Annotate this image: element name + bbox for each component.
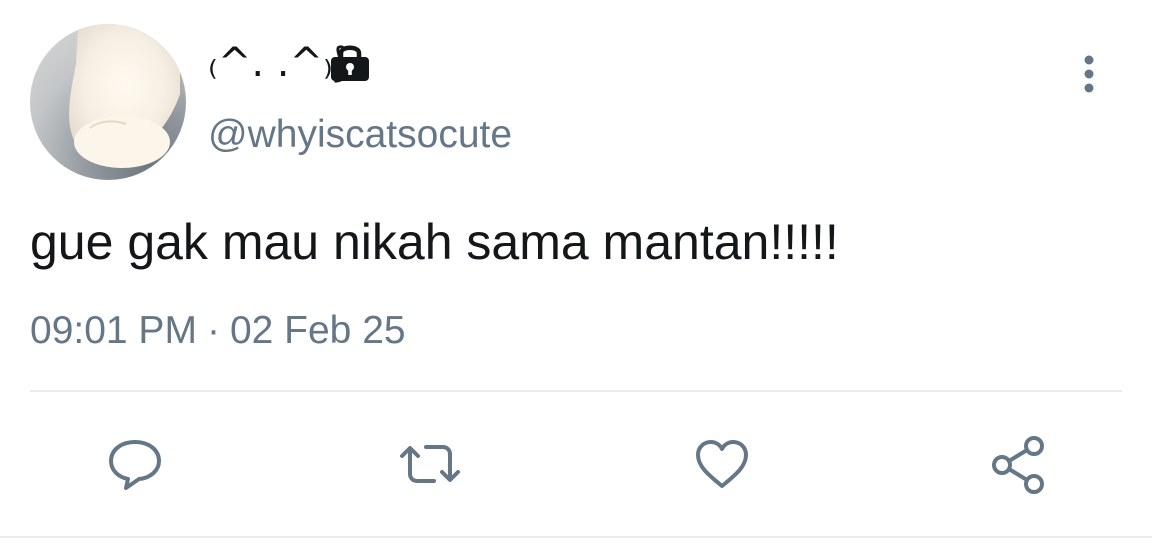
tweet-timestamp[interactable]: 09:01 PM · 02 Feb 25 bbox=[30, 307, 406, 355]
tweet-time: 09:01 PM bbox=[30, 309, 197, 352]
share-button[interactable] bbox=[986, 432, 1050, 496]
username-handle[interactable]: @whyiscatsocute bbox=[208, 112, 512, 158]
heart-icon bbox=[696, 440, 748, 488]
lock-icon bbox=[329, 42, 371, 82]
like-button[interactable] bbox=[690, 432, 754, 496]
tweet-card: ₍^. .^₎⟆ @whyiscatsocute gue gak mau nik… bbox=[0, 0, 1152, 555]
retweet-button[interactable] bbox=[398, 432, 462, 496]
more-vertical-icon[interactable] bbox=[1074, 52, 1104, 100]
reply-button[interactable] bbox=[103, 432, 167, 496]
reply-icon bbox=[109, 440, 161, 490]
share-icon bbox=[992, 436, 1044, 494]
tweet-date: 02 Feb 25 bbox=[229, 309, 406, 352]
retweet-icon bbox=[400, 445, 460, 483]
meta-separator: · bbox=[206, 309, 220, 352]
avatar[interactable] bbox=[30, 24, 186, 180]
tweet-text: gue gak mau nikah sama mantan!!!!! bbox=[30, 214, 839, 270]
divider bbox=[30, 390, 1122, 392]
avatar-image bbox=[69, 24, 180, 168]
display-name[interactable]: ₍^. .^₎⟆ bbox=[208, 38, 348, 88]
bottom-divider bbox=[0, 536, 1152, 538]
